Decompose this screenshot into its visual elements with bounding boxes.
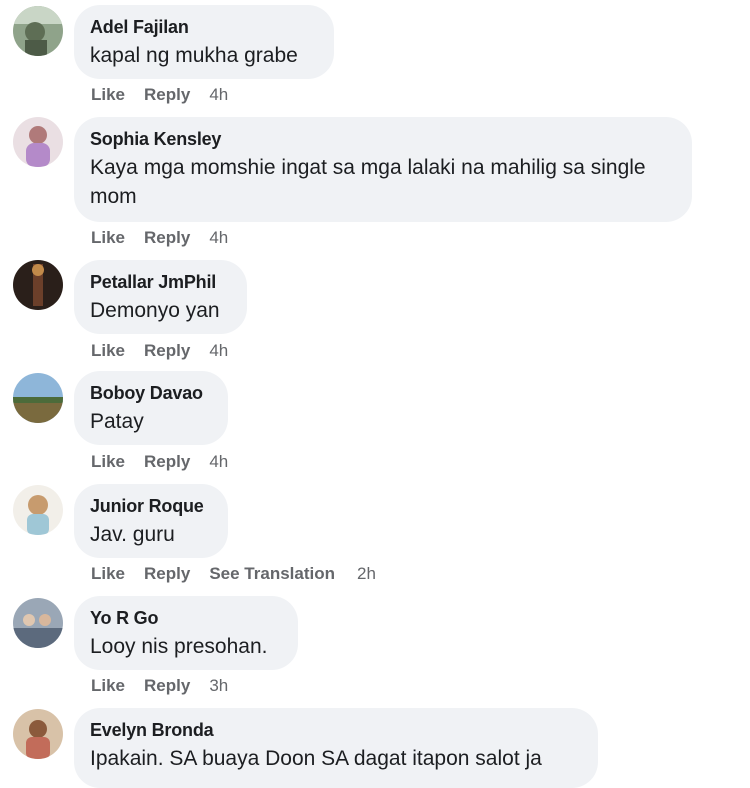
comment-timestamp[interactable]: 4h bbox=[209, 341, 228, 360]
reply-button[interactable]: Reply bbox=[144, 452, 190, 471]
comment-author[interactable]: Sophia Kensley bbox=[90, 127, 676, 151]
like-button[interactable]: Like bbox=[91, 452, 125, 471]
avatar-image bbox=[13, 373, 63, 423]
comment-bubble: Yo R Go Looy nis presohan. bbox=[74, 596, 298, 670]
comment-bubble: Petallar JmPhil Demonyo yan bbox=[74, 260, 247, 334]
comment-author[interactable]: Adel Fajilan bbox=[90, 15, 318, 39]
avatar[interactable] bbox=[13, 117, 63, 167]
reply-button[interactable]: Reply bbox=[144, 341, 190, 360]
comment-actions: Like Reply 3h bbox=[91, 676, 247, 696]
reply-button[interactable]: Reply bbox=[144, 676, 190, 695]
avatar-image bbox=[13, 709, 63, 759]
comment-text: Demonyo yan bbox=[90, 299, 220, 322]
comment-author[interactable]: Evelyn Bronda bbox=[90, 718, 582, 742]
like-button[interactable]: Like bbox=[91, 564, 125, 583]
reply-button[interactable]: Reply bbox=[144, 228, 190, 247]
comment-bubble: Adel Fajilan kapal ng mukha grabe bbox=[74, 5, 334, 79]
comment-author[interactable]: Junior Roque bbox=[90, 494, 212, 518]
reply-button[interactable]: Reply bbox=[144, 85, 190, 104]
comment-timestamp[interactable]: 4h bbox=[209, 228, 228, 247]
avatar-image bbox=[13, 117, 63, 167]
comment-actions: Like Reply See Translation 2h bbox=[91, 564, 395, 584]
comment-timestamp[interactable]: 4h bbox=[209, 452, 228, 471]
avatar[interactable] bbox=[13, 6, 63, 56]
comment-actions: Like Reply 4h bbox=[91, 85, 247, 105]
like-button[interactable]: Like bbox=[91, 228, 125, 247]
comment-bubble: Boboy Davao Patay bbox=[74, 371, 228, 445]
avatar[interactable] bbox=[13, 709, 63, 759]
avatar-image bbox=[13, 260, 63, 310]
comment-actions: Like Reply 4h bbox=[91, 452, 247, 472]
comment-text: Ipakain. SA buaya Doon SA dagat itapon s… bbox=[90, 747, 542, 770]
avatar[interactable] bbox=[13, 260, 63, 310]
like-button[interactable]: Like bbox=[91, 85, 125, 104]
comment-timestamp[interactable]: 3h bbox=[209, 676, 228, 695]
comment-actions: Like Reply 4h bbox=[91, 228, 247, 248]
comment-author[interactable]: Yo R Go bbox=[90, 606, 282, 630]
comment-author[interactable]: Boboy Davao bbox=[90, 381, 212, 405]
comment-actions: Like Reply 4h bbox=[91, 341, 247, 361]
avatar[interactable] bbox=[13, 598, 63, 648]
comment-author[interactable]: Petallar JmPhil bbox=[90, 270, 231, 294]
avatar-image bbox=[13, 6, 63, 56]
comment-timestamp[interactable]: 4h bbox=[209, 85, 228, 104]
comment-text: Kaya mga momshie ingat sa mga lalaki na … bbox=[90, 156, 646, 208]
like-button[interactable]: Like bbox=[91, 341, 125, 360]
avatar-image bbox=[13, 485, 63, 535]
comment-text: kapal ng mukha grabe bbox=[90, 44, 298, 67]
comment-timestamp[interactable]: 2h bbox=[357, 564, 376, 583]
avatar-image bbox=[13, 598, 63, 648]
comment-bubble: Evelyn Bronda Ipakain. SA buaya Doon SA … bbox=[74, 708, 598, 788]
comment-text: Looy nis presohan. bbox=[90, 635, 268, 658]
comment-text: Patay bbox=[90, 410, 144, 433]
comment-bubble: Junior Roque Jav. guru bbox=[74, 484, 228, 558]
see-translation-button[interactable]: See Translation bbox=[209, 564, 335, 583]
comment-text: Jav. guru bbox=[90, 523, 175, 546]
comment-bubble: Sophia Kensley Kaya mga momshie ingat sa… bbox=[74, 117, 692, 222]
avatar[interactable] bbox=[13, 485, 63, 535]
reply-button[interactable]: Reply bbox=[144, 564, 190, 583]
avatar[interactable] bbox=[13, 373, 63, 423]
like-button[interactable]: Like bbox=[91, 676, 125, 695]
